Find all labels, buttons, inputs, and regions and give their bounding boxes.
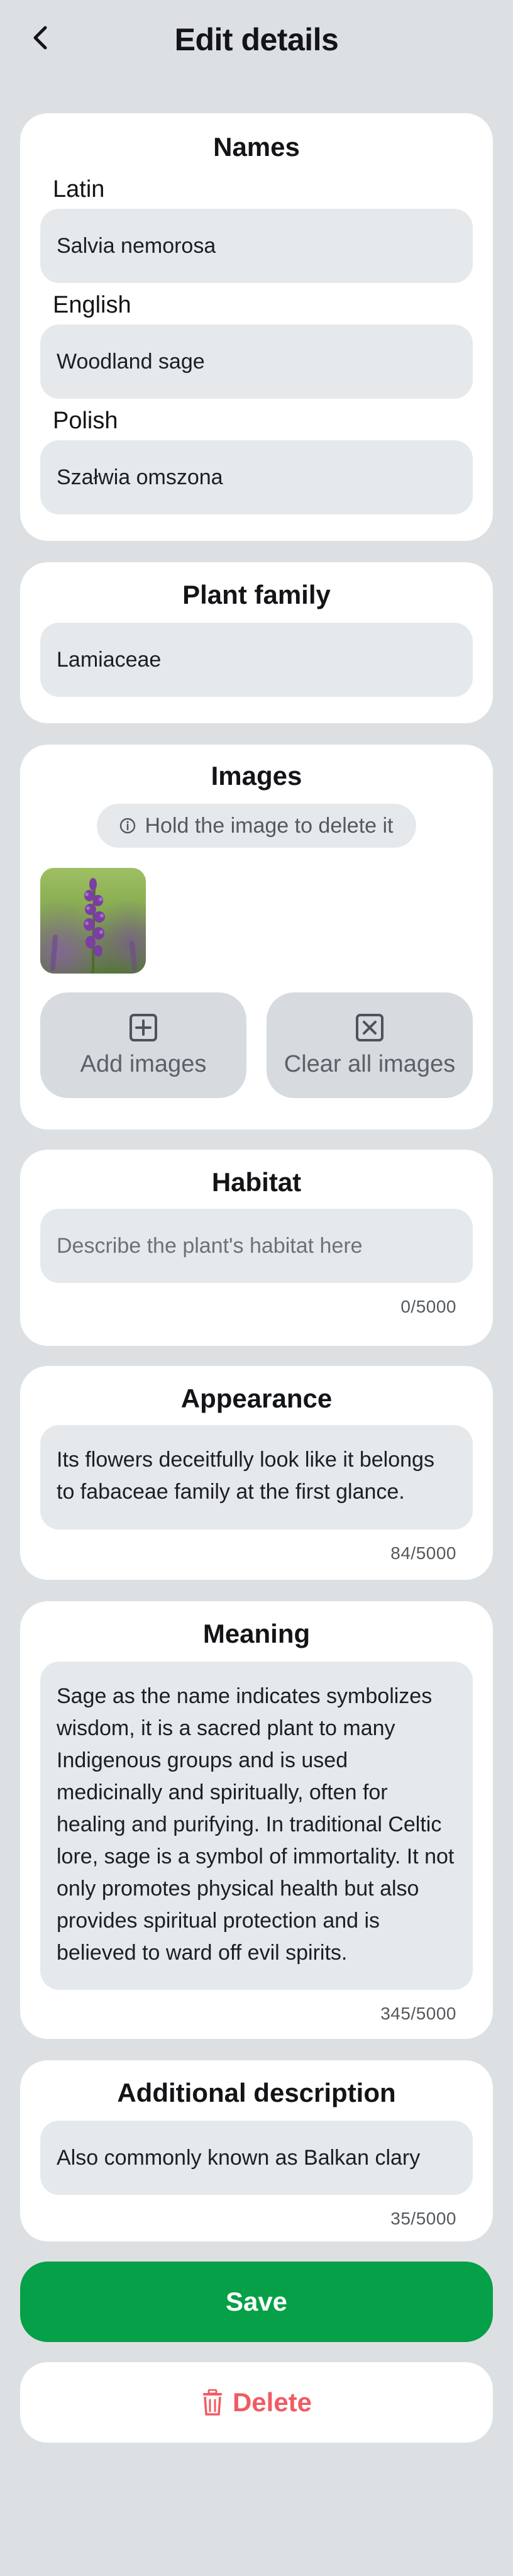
plant-family-field[interactable]: Lamiaceae [40,623,473,697]
add-images-button[interactable]: Add images [40,992,246,1098]
polish-name-field[interactable]: Szałwia omszona [40,440,473,514]
names-title: Names [213,132,300,162]
latin-label: Latin [53,176,105,203]
meaning-counter: 345/5000 [380,2004,456,2023]
appearance-card: Appearance Its flowers deceitfully look … [20,1366,493,1580]
page-title: Edit details [174,22,339,57]
additional-description-field[interactable]: Also commonly known as Balkan clary [40,2121,473,2195]
clear-images-label: Clear all images [284,1050,456,1077]
header: Edit details [0,0,513,82]
add-box-icon [130,1013,157,1041]
delete-hint-text: Hold the image to delete it [145,813,394,838]
plant-family-title: Plant family [182,580,331,609]
habitat-counter: 0/5000 [400,1297,456,1316]
meaning-field[interactable]: Sage as the name indicates symbolizes wi… [40,1662,473,1990]
additional-description-title: Additional description [117,2078,396,2107]
delete-button[interactable]: Delete [20,2362,493,2443]
habitat-card: Habitat Describe the plant's habitat her… [20,1150,493,1346]
meaning-title: Meaning [202,1619,311,1648]
add-images-label: Add images [80,1050,207,1077]
delete-hint: Hold the image to delete it [97,804,416,848]
sage-photo [40,868,146,974]
info-icon [120,818,136,834]
meaning-card: Meaning Sage as the name indicates symbo… [20,1601,493,2039]
plant-image-thumbnail[interactable] [40,868,146,974]
save-button[interactable]: Save [20,2262,493,2342]
appearance-counter: 84/5000 [390,1543,456,1563]
english-name-field[interactable]: Woodland sage [40,325,473,399]
additional-description-counter: 35/5000 [390,2209,456,2228]
trash-icon [202,2389,222,2416]
appearance-title: Appearance [180,1384,333,1413]
edit-details-screen: Edit details Names Latin Salvia nemorosa… [0,0,513,2576]
clear-box-icon [356,1013,383,1041]
habitat-field[interactable]: Describe the plant's habitat here [40,1209,473,1283]
english-label: English [53,292,131,318]
additional-description-card: Additional description Also commonly kno… [20,2060,493,2241]
latin-name-field[interactable]: Salvia nemorosa [40,209,473,283]
names-card: Names Latin Salvia nemorosa English Wood… [20,113,493,541]
save-label: Save [225,2287,288,2316]
polish-label: Polish [53,408,118,434]
habitat-title: Habitat [211,1167,302,1197]
images-card: Images Hold the image to delete it Add i… [20,745,493,1130]
delete-label: Delete [232,2387,312,2417]
images-title: Images [211,761,302,791]
clear-images-button[interactable]: Clear all images [267,992,473,1098]
appearance-field[interactable]: Its flowers deceitfully look like it bel… [40,1425,473,1530]
plant-family-card: Plant family Lamiaceae [20,562,493,723]
